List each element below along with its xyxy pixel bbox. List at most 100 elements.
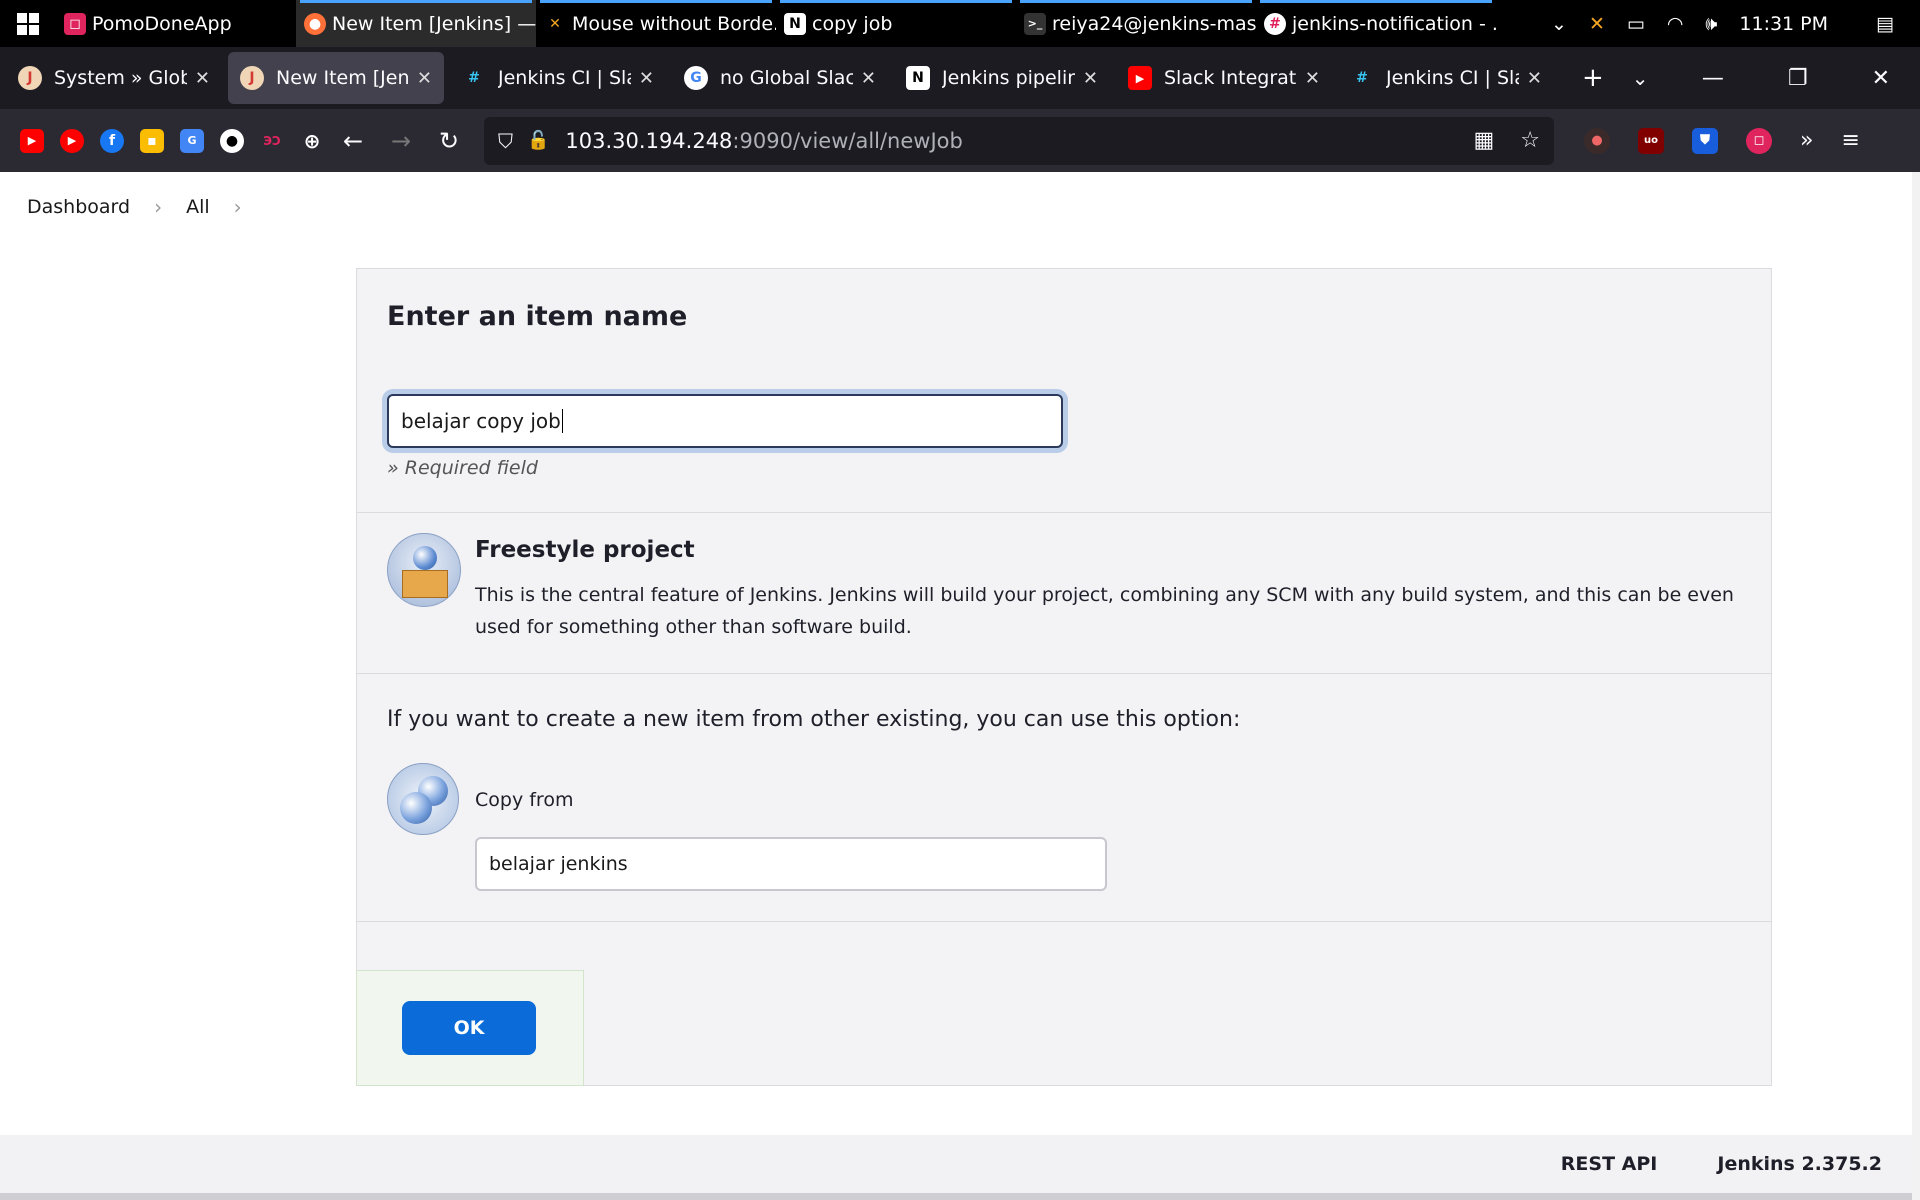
pomodone-extension-icon[interactable]: ◻ [1746,127,1772,154]
restore-icon[interactable]: ❐ [1788,66,1808,91]
taskbar-app-label: jenkins-notification - ... [1292,12,1496,35]
hamburger-menu-icon[interactable]: ≡ [1841,128,1859,153]
tab-title: Jenkins CI | Slack [1386,67,1519,89]
page-footer: REST API Jenkins 2.375.2 [0,1135,1920,1193]
google-icon: G [684,66,708,90]
forward-arrow-icon[interactable]: → [382,127,420,155]
taskbar-app-firefox[interactable]: ● New Item [Jenkins] — ... [296,0,536,47]
taskbar-app-mouse-without-borders[interactable]: ✕ Mouse without Borde... [536,0,776,47]
mouse-without-borders-icon: ✕ [549,15,561,32]
jenkins-version-link[interactable]: Jenkins 2.375.2 [1717,1153,1882,1175]
text-caret [561,409,563,433]
taskbar-app-slack[interactable]: # jenkins-notification - ... [1256,0,1496,47]
tab-new-item[interactable]: J New Item [Jenkins] ✕ [228,52,444,104]
breadcrumb-dashboard[interactable]: Dashboard [27,196,130,218]
tab-title: no Global Slack [720,67,853,89]
close-icon[interactable]: ✕ [1305,68,1320,89]
tab-slack-integration[interactable]: ▶ Slack Integration ✕ [1116,52,1332,104]
notion-icon: N [784,12,806,35]
youtube-music-icon[interactable]: ▶ [60,128,84,153]
freestyle-project-description: This is the central feature of Jenkins. … [475,584,1734,638]
browser-toolbar: ▶ ▶ f ▪ G ● ЭƆ ⊕ ← → ↻ ⛉ 🔓 103.30.194.24… [0,109,1920,172]
facebook-icon[interactable]: f [100,128,124,153]
close-icon[interactable]: ✕ [195,68,210,89]
tab-title: New Item [Jenkins] [276,67,409,89]
taskbar-app-label: Mouse without Borde... [572,12,776,35]
tab-google-search[interactable]: G no Global Slack ✕ [672,52,888,104]
volume-icon[interactable]: 🕪 [1705,13,1717,35]
item-name-input[interactable]: belajar copy job [387,394,1063,448]
google-translate-icon[interactable]: G [180,128,204,153]
close-icon[interactable]: ✕ [861,68,876,89]
more-tools-chevron-icon[interactable]: » [1800,128,1813,153]
notification-icon[interactable]: ▤ [1876,13,1894,35]
chevron-right-icon[interactable]: › [154,195,162,219]
taskbar-app-label: New Item [Jenkins] — ... [332,12,536,35]
youtube-icon: ▶ [1128,66,1152,90]
address-bar-actions: ▦ ☆ [1473,128,1540,153]
back-arrow-icon[interactable]: ← [334,127,372,155]
slack-icon: # [468,70,480,86]
taskbar-app-notion[interactable]: N copy job [776,0,1016,47]
tab-system-global[interactable]: J System » Global ✕ [6,52,222,104]
taskbar-app-label: reiya24@jenkins-mast... [1052,12,1256,35]
list-all-tabs-chevron-icon[interactable]: ⌄ [1632,66,1649,90]
vertical-scrollbar[interactable] [1912,172,1920,1200]
extension-avatar-icon[interactable]: ● [1584,127,1610,154]
jenkins-icon: J [240,66,264,90]
ok-button-container: OK [356,970,584,1086]
tab-jenkins-pipeline[interactable]: N Jenkins pipeline ✕ [894,52,1110,104]
extensions-toolbar: ● uo ⛊ ◻ » ≡ [1554,127,1860,154]
youtube-icon[interactable]: ▶ [20,128,44,153]
tab-jenkins-ci-slack-1[interactable]: # Jenkins CI | Slack ✕ [450,52,666,104]
new-item-form: Enter an item name belajar copy job » Re… [356,268,1772,1086]
notion-icon: N [906,66,930,90]
wifi-icon[interactable]: ◠ [1667,13,1684,35]
reload-icon[interactable]: ↻ [430,127,468,155]
breadcrumb-all[interactable]: All [186,196,210,218]
keep-icon[interactable]: ▪ [140,128,164,153]
close-icon[interactable]: ✕ [639,68,654,89]
copy-from-value: belajar jenkins [489,853,628,875]
dev-icon[interactable]: ЭƆ [260,129,284,153]
lock-insecure-icon[interactable]: 🔓 [527,130,549,151]
close-icon[interactable]: ✕ [417,68,432,89]
tab-title: System » Global [54,67,187,89]
mouse-without-borders-tray-icon[interactable]: ✕ [1589,13,1605,35]
copy-from-input[interactable]: belajar jenkins [475,837,1107,891]
new-tab-plus-icon[interactable]: + [1582,63,1604,93]
address-bar[interactable]: ⛉ 🔓 103.30.194.248:9090/view/all/newJob … [484,116,1554,165]
horizontal-scrollbar[interactable] [0,1193,1912,1200]
github-icon[interactable]: ● [220,128,244,153]
taskbar-app-pomodone[interactable]: ◻ PomoDoneApp [56,0,296,47]
terminal-icon: >_ [1024,12,1046,35]
close-icon[interactable]: ✕ [1527,68,1542,89]
taskbar-app-terminal[interactable]: >_ reiya24@jenkins-mast... [1016,0,1256,47]
chevron-right-icon[interactable]: › [234,195,242,219]
freestyle-project-icon[interactable] [387,533,461,607]
shield-icon[interactable]: ⛉ [498,129,513,153]
firefox-icon: ● [304,12,326,35]
minimize-icon[interactable]: — [1702,66,1724,91]
clock[interactable]: 11:31 PM [1739,13,1828,35]
url-path: :9090/view/all/newJob [732,128,963,153]
bitwarden-icon[interactable]: ⛊ [1692,127,1718,154]
copy-from-label: Copy from [475,789,574,811]
windows-logo-icon [17,12,39,35]
qr-code-icon[interactable]: ▦ [1473,128,1494,153]
ublock-origin-icon[interactable]: uo [1638,127,1664,154]
close-icon[interactable]: ✕ [1083,68,1098,89]
jenkins-icon: J [18,66,42,90]
chevron-down-icon[interactable]: ⌄ [1551,13,1567,35]
ok-button[interactable]: OK [402,1001,536,1055]
tab-title: Jenkins pipeline [942,67,1075,89]
tab-jenkins-ci-slack-2[interactable]: # Jenkins CI | Slack ✕ [1338,52,1554,104]
battery-icon[interactable]: ▭ [1627,13,1645,35]
bookmark-star-icon[interactable]: ☆ [1520,128,1540,153]
pomodone-icon: ◻ [64,12,86,35]
freestyle-project-title[interactable]: Freestyle project [475,537,695,563]
windows-start-button[interactable] [0,0,56,47]
close-window-icon[interactable]: ✕ [1872,66,1890,91]
globe-icon[interactable]: ⊕ [300,129,324,153]
rest-api-link[interactable]: REST API [1561,1153,1658,1175]
